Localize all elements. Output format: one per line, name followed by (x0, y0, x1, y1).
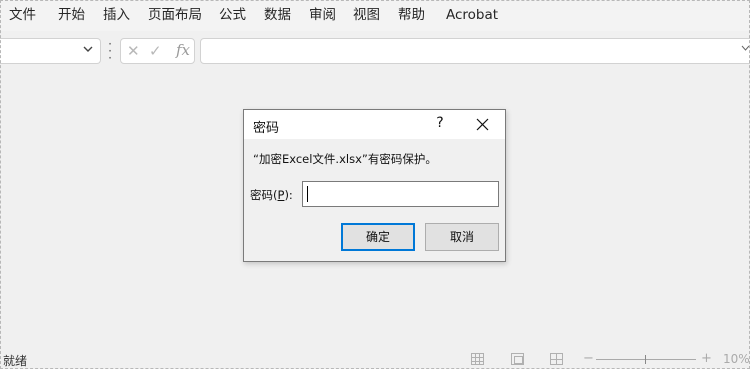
formula-bar: · · · ✕ ✓ fx (0, 31, 750, 72)
zoom-slider-thumb[interactable] (645, 355, 646, 364)
name-box[interactable] (0, 38, 101, 64)
page-layout-view-icon[interactable] (511, 353, 524, 365)
zoom-slider[interactable] (596, 359, 696, 360)
menu-data[interactable]: 数据 (264, 6, 291, 24)
expand-formula-bar-icon[interactable] (741, 44, 750, 55)
cancel-entry-icon[interactable]: ✕ (127, 42, 140, 60)
page-break-view-icon[interactable] (550, 353, 563, 365)
menu-bar: 文件 开始 插入 页面布局 公式 数据 审阅 视图 帮助 Acrobat (0, 0, 750, 31)
menu-review[interactable]: 审阅 (309, 6, 336, 24)
zoom-level[interactable]: 10% (723, 352, 750, 366)
menu-view[interactable]: 视图 (353, 6, 380, 24)
formula-buttons: ✕ ✓ fx (120, 38, 195, 64)
password-dialog: 密码 ? “加密Excel文件.xlsx”有密码保护。 密码(P): 确定 取消 (243, 109, 506, 262)
menu-home[interactable]: 开始 (58, 6, 85, 24)
menu-acrobat[interactable]: Acrobat (446, 6, 498, 24)
more-options-icon[interactable]: · · · (108, 38, 112, 64)
menu-file[interactable]: 文件 (9, 6, 36, 24)
menu-insert[interactable]: 插入 (103, 6, 130, 24)
text-caret (307, 186, 308, 202)
menu-help[interactable]: 帮助 (398, 6, 425, 24)
confirm-entry-icon[interactable]: ✓ (149, 42, 162, 60)
status-bar: 就绪 − + 10% (0, 350, 750, 369)
formula-input[interactable] (200, 38, 750, 64)
insert-function-icon[interactable]: fx (176, 41, 190, 59)
menu-formulas[interactable]: 公式 (219, 6, 246, 24)
cancel-button[interactable]: 取消 (425, 223, 499, 251)
password-field[interactable] (302, 181, 499, 207)
menu-page-layout[interactable]: 页面布局 (148, 6, 202, 24)
normal-view-icon[interactable] (471, 353, 484, 365)
close-button[interactable] (472, 113, 492, 136)
close-icon (476, 118, 488, 131)
password-label: 密码(P): (250, 188, 293, 202)
zoom-in-button[interactable]: + (701, 351, 712, 366)
status-ready: 就绪 (3, 354, 28, 368)
ok-button[interactable]: 确定 (341, 223, 415, 251)
help-button[interactable]: ? (432, 115, 448, 131)
chevron-down-icon[interactable] (82, 43, 94, 58)
dialog-title: 密码 (253, 121, 280, 136)
protection-message: “加密Excel文件.xlsx”有密码保护。 (253, 152, 437, 166)
zoom-out-button[interactable]: − (583, 351, 594, 366)
dialog-titlebar: 密码 ? (244, 110, 505, 139)
